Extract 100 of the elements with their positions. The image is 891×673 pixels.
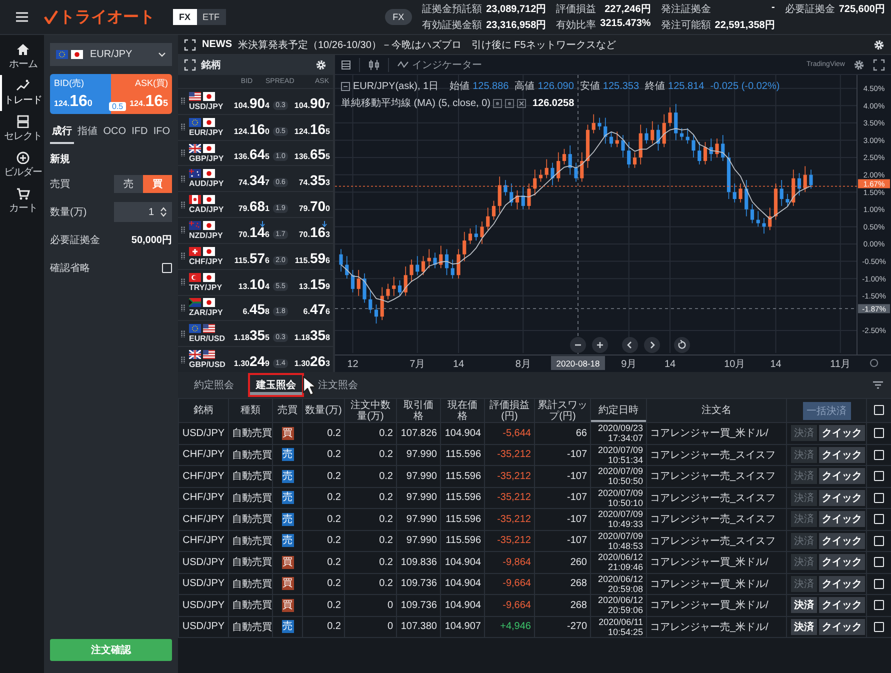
check-icon [44, 10, 58, 24]
trade-side-badge: 売 [282, 534, 294, 548]
market-tab[interactable]: ETF [196, 9, 226, 25]
candlestick [721, 134, 725, 162]
fullscreen-icon[interactable] [873, 58, 885, 70]
nav-item[interactable]: ホーム [0, 39, 44, 75]
candlestick [627, 142, 631, 168]
select-all-checkbox[interactable] [874, 405, 884, 416]
checkbox[interactable] [874, 471, 884, 482]
candlestick [380, 286, 384, 320]
zoom-in-button[interactable] [592, 337, 608, 353]
order-type-tab[interactable]: 成行 [50, 122, 74, 144]
drag-handle-icon[interactable] [181, 123, 185, 132]
expand-icon[interactable] [184, 59, 196, 71]
candlestick [550, 162, 554, 186]
order-type-tab[interactable]: 指値 [76, 122, 100, 144]
drag-handle-icon[interactable] [181, 252, 185, 260]
checkbox[interactable] [874, 514, 884, 524]
drag-handle-icon[interactable] [181, 149, 185, 158]
nav-item[interactable]: ビルダー [0, 147, 44, 183]
pair-name: USD/JPY [189, 102, 224, 111]
settle-button[interactable]: 決済 [791, 597, 817, 614]
quick-button[interactable]: クイック [819, 511, 865, 528]
order-type-tab[interactable]: OCO [101, 122, 128, 144]
drag-handle-icon[interactable] [181, 356, 185, 364]
inquiry-tab[interactable]: 建玉照会 [248, 373, 304, 397]
table-cell: 2020/07/09 10:51:34 [590, 444, 646, 466]
quick-button[interactable]: クイック [819, 597, 865, 614]
symbol-label[interactable]: EUR/JPY(ask), 1日 [353, 79, 439, 93]
candlestick-icon[interactable] [368, 58, 380, 70]
checkbox[interactable] [874, 622, 884, 632]
ask-price: 13.159 [298, 276, 330, 294]
drag-handle-icon[interactable] [181, 200, 185, 209]
checkbox[interactable] [874, 536, 884, 546]
inquiry-tab[interactable]: 約定照会 [186, 373, 242, 397]
flag-icon [203, 272, 215, 282]
menu-icon[interactable] [15, 11, 29, 23]
order-type-tab[interactable]: IFO [151, 122, 172, 144]
flag-icon [189, 92, 201, 101]
quick-button[interactable]: クイック [819, 532, 865, 549]
currency-select[interactable]: EUR/JPY [50, 43, 172, 66]
quick-button[interactable]: クイック [819, 554, 865, 570]
quick-button[interactable]: クイック [819, 490, 865, 506]
drag-handle-icon[interactable] [181, 174, 185, 183]
spinner-icon[interactable] [160, 207, 167, 217]
filter-icon[interactable] [873, 381, 883, 389]
quick-button[interactable]: クイック [819, 576, 865, 592]
quick-button[interactable]: クイック [819, 446, 865, 463]
table-cell: 2020/06/12 21:09:46 [590, 552, 646, 573]
drag-handle-icon[interactable] [181, 97, 185, 106]
checkbox[interactable] [874, 557, 884, 568]
nav-label: ビルダー [4, 166, 42, 179]
table-cell: 0.2 [344, 466, 396, 487]
indicator-label[interactable]: 単純移動平均線 (MA) (5, close, 0) [341, 96, 490, 110]
drag-handle-icon[interactable] [181, 304, 185, 312]
flag-icon [56, 50, 68, 59]
settle-button[interactable]: 決済 [791, 618, 817, 635]
quantity-field[interactable]: 1 [114, 202, 172, 222]
order-type-tab[interactable]: IFD [130, 122, 150, 144]
scroll-right-button[interactable] [644, 337, 660, 353]
checkbox[interactable] [874, 428, 884, 438]
visibility-icon[interactable] [493, 98, 502, 108]
crosshair-date-label: 2020-08-18 [551, 356, 605, 370]
checkbox[interactable] [874, 492, 884, 503]
candlestick [350, 270, 355, 293]
summary-label: 証拠金預託額 [422, 2, 482, 16]
drag-handle-icon[interactable] [181, 330, 185, 338]
bid-price: 124.160 [54, 93, 94, 111]
expand-icon[interactable] [184, 38, 196, 50]
close-icon[interactable] [517, 98, 526, 108]
flag-icon [189, 169, 201, 178]
sell-button[interactable]: 売 [114, 175, 143, 193]
indicators-button[interactable]: インジケーター [397, 58, 482, 72]
drag-handle-icon[interactable] [181, 278, 185, 286]
flag-icon [203, 195, 215, 204]
bid-button[interactable]: BID(売) 124.160 [50, 74, 111, 114]
checkbox[interactable] [162, 263, 172, 273]
quick-button[interactable]: クイック [819, 618, 865, 635]
table-cell: 97.990 [396, 444, 440, 466]
checkbox[interactable] [874, 578, 884, 589]
checkbox[interactable] [874, 450, 884, 460]
ohlc-value: 125.886 [472, 80, 509, 92]
table-cell: USD/JPY [178, 422, 228, 444]
candlestick [556, 152, 560, 182]
checkbox[interactable] [874, 600, 884, 610]
quick-button[interactable]: クイック [819, 468, 865, 484]
zoom-out-button[interactable] [570, 337, 586, 353]
market-tab[interactable]: FX [173, 9, 197, 25]
news-headline[interactable]: 米決算発表予定（10/26-10/30）－今晩はハズブロ 引け後に F5ネットワークスなど [238, 38, 616, 52]
quick-button[interactable]: クイック [819, 425, 865, 442]
candlestick [427, 248, 431, 269]
drag-handle-icon[interactable] [181, 226, 185, 234]
collapse-icon[interactable] [341, 82, 350, 90]
reset-button[interactable] [674, 337, 690, 353]
panel-icon[interactable] [341, 60, 351, 70]
nav-item[interactable]: カート [0, 183, 44, 219]
nav-item[interactable]: セレクト [0, 111, 44, 147]
table-cell: 0.2 [344, 444, 396, 466]
scroll-left-button[interactable] [622, 337, 638, 353]
table-cell: 自動売買 [228, 594, 272, 616]
